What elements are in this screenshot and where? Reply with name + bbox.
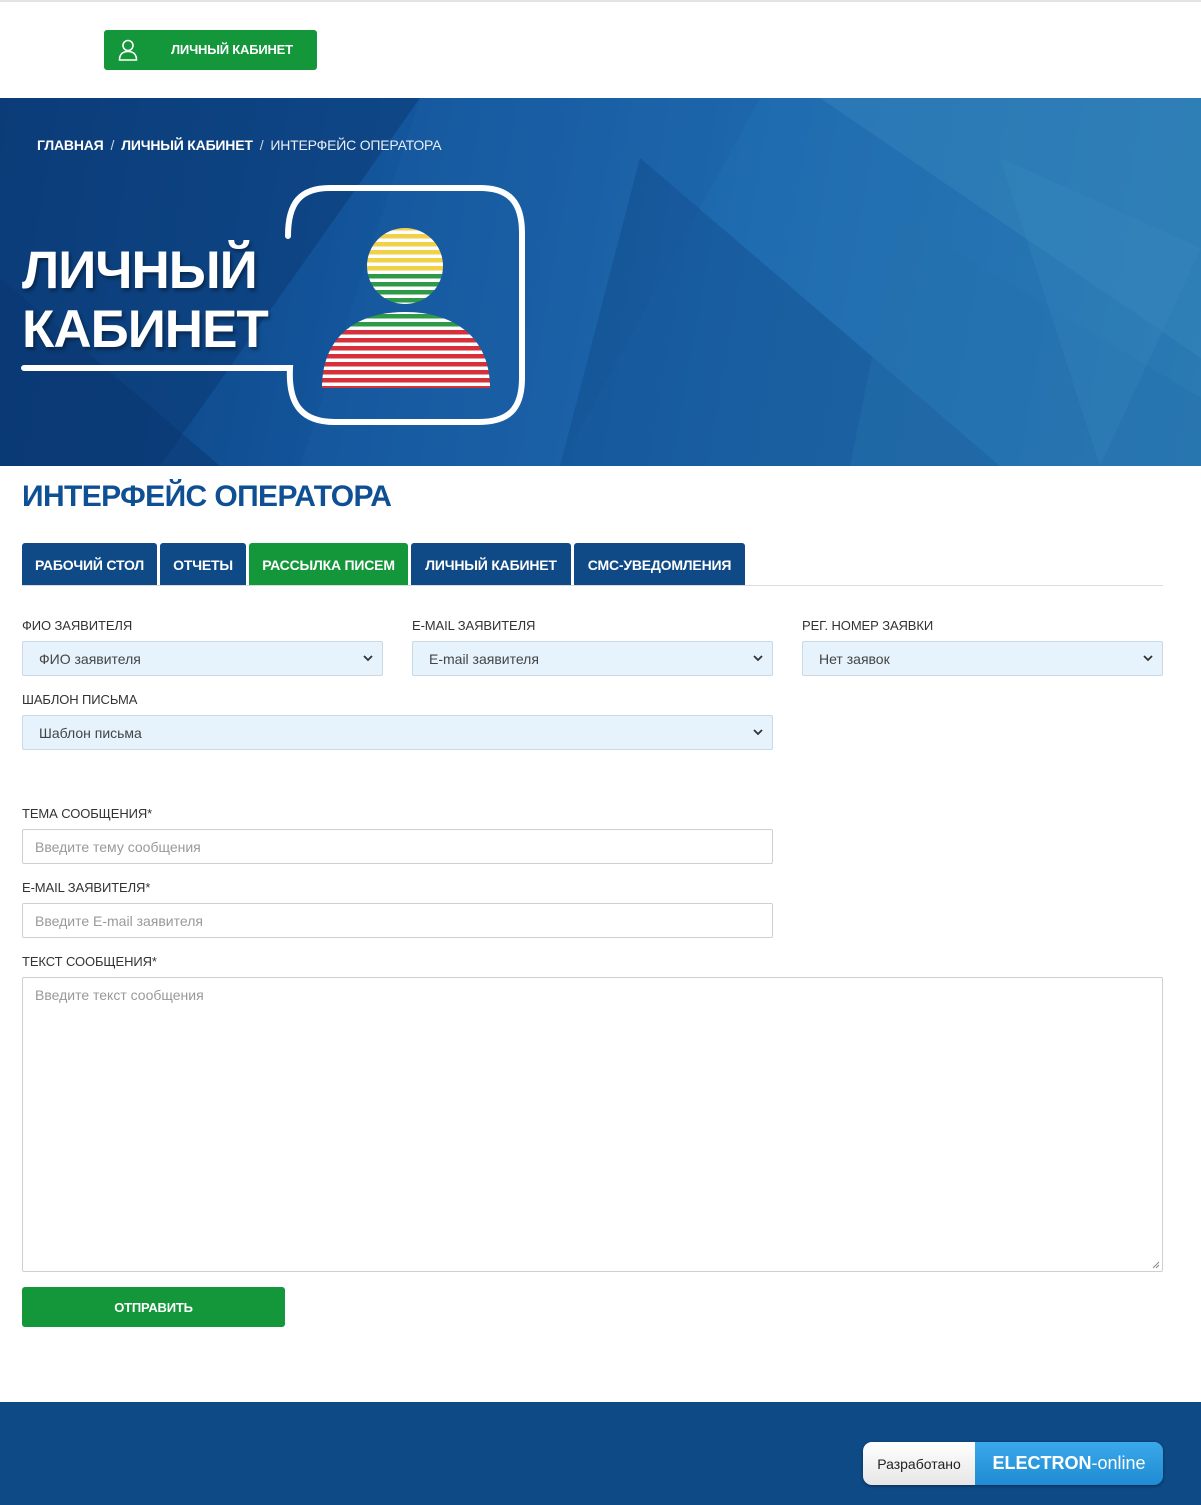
developed-by-label: Разработано: [863, 1442, 975, 1485]
developer-brand-suffix: -online: [1091, 1453, 1146, 1473]
developer-badge[interactable]: Разработано ELECTRON -online: [863, 1442, 1163, 1485]
reg-number-label: РЕГ. НОМЕР ЗАЯВКИ: [802, 618, 934, 633]
breadcrumb-current: ИНТЕРФЕЙС ОПЕРАТОРА: [270, 137, 442, 153]
breadcrumb-cabinet[interactable]: ЛИЧНЫЙ КАБИНЕТ: [121, 137, 253, 153]
fio-select-value: ФИО заявителя: [39, 650, 141, 667]
email-input[interactable]: Введите E-mail заявителя: [22, 903, 773, 938]
personal-cabinet-label: ЛИЧНЫЙ КАБИНЕТ: [171, 42, 293, 57]
resize-handle-icon[interactable]: [1150, 1259, 1160, 1269]
email-filter-label: E-MAIL ЗАЯВИТЕЛЯ: [412, 618, 536, 633]
personal-cabinet-button[interactable]: ЛИЧНЫЙ КАБИНЕТ: [104, 30, 317, 70]
subject-label: ТЕМА СООБЩЕНИЯ*: [22, 806, 153, 821]
hero-banner: ГЛАВНАЯ / ЛИЧНЫЙ КАБИНЕТ / ИНТЕРФЕЙС ОПЕРАТО…: [0, 98, 1201, 466]
email-select[interactable]: E-mail заявителя: [412, 641, 773, 676]
message-textarea-placeholder: Введите текст сообщения: [35, 987, 204, 1003]
tab-sms-notifications[interactable]: СМС-УВЕДОМЛЕНИЯ: [574, 543, 745, 586]
tabs-divider: [22, 585, 1163, 586]
chevron-down-icon: [363, 655, 373, 662]
email-select-value: E-mail заявителя: [429, 650, 539, 667]
footer: Разработано ELECTRON -online: [0, 1402, 1201, 1505]
user-icon: [118, 39, 138, 61]
fio-label: ФИО ЗАЯВИТЕЛЯ: [22, 618, 133, 633]
breadcrumb-separator: /: [259, 137, 264, 153]
message-text-label: ТЕКСТ СООБЩЕНИЯ*: [22, 954, 157, 969]
send-button[interactable]: ОТПРАВИТЬ: [22, 1287, 285, 1327]
breadcrumb-separator: /: [110, 137, 115, 153]
message-textarea[interactable]: Введите текст сообщения: [22, 977, 1163, 1272]
email-label: E-MAIL ЗАЯВИТЕЛЯ*: [22, 880, 151, 895]
reg-number-select[interactable]: Нет заявок: [802, 641, 1163, 676]
template-select-value: Шаблон письма: [39, 724, 142, 741]
breadcrumb: ГЛАВНАЯ / ЛИЧНЫЙ КАБИНЕТ / ИНТЕРФЕЙС ОПЕРАТО…: [37, 137, 442, 153]
tab-personal-cabinet[interactable]: ЛИЧНЫЙ КАБИНЕТ: [411, 543, 571, 586]
developer-brand: ELECTRON -online: [975, 1442, 1163, 1485]
user-emblem-icon: [21, 185, 525, 425]
template-label: ШАБЛОН ПИСЬМА: [22, 692, 138, 707]
subject-input[interactable]: Введите тему сообщения: [22, 829, 773, 864]
tab-desktop[interactable]: РАБОЧИЙ СТОЛ: [22, 543, 157, 586]
tab-reports[interactable]: ОТЧЕТЫ: [160, 543, 246, 586]
breadcrumb-home[interactable]: ГЛАВНАЯ: [37, 137, 104, 153]
fio-select[interactable]: ФИО заявителя: [22, 641, 383, 676]
top-header: ЛИЧНЫЙ КАБИНЕТ: [0, 0, 1201, 98]
reg-number-select-value: Нет заявок: [819, 650, 890, 667]
tab-mailing[interactable]: РАССЫЛКА ПИСЕМ: [249, 543, 408, 586]
chevron-down-icon: [753, 729, 763, 736]
template-select[interactable]: Шаблон письма: [22, 715, 773, 750]
tab-bar: РАБОЧИЙ СТОЛ ОТЧЕТЫ РАССЫЛКА ПИСЕМ ЛИЧНЫ…: [22, 543, 748, 586]
developer-brand-bold: ELECTRON: [992, 1453, 1092, 1473]
page-title: ИНТЕРФЕЙС ОПЕРАТОРА: [22, 480, 392, 513]
chevron-down-icon: [1143, 655, 1153, 662]
chevron-down-icon: [753, 655, 763, 662]
